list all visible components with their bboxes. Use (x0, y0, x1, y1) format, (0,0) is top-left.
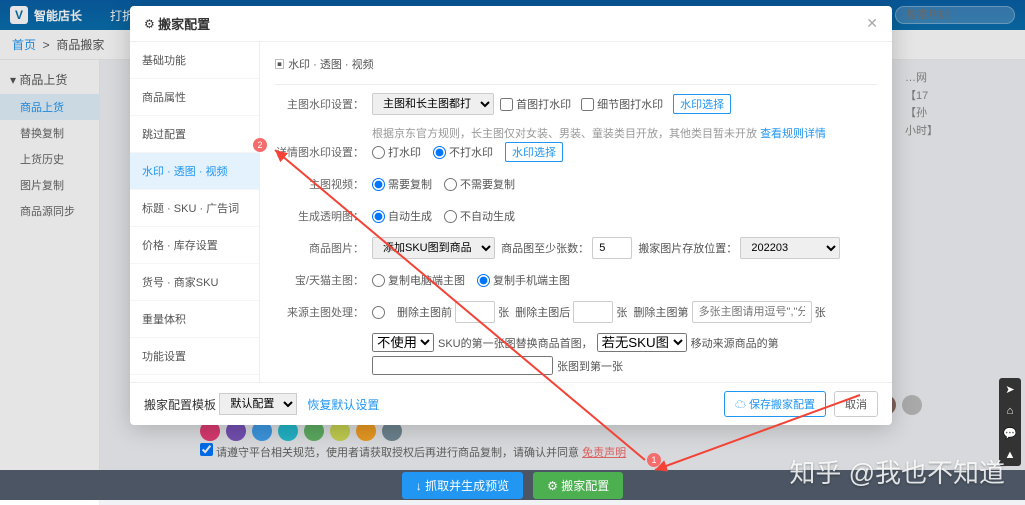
r-detail-wm-off[interactable]: 不打水印 (433, 144, 493, 160)
cb-detail-img[interactable]: 细节图打水印 (581, 96, 663, 112)
ms-skip[interactable]: 跳过配置 (130, 116, 259, 153)
input-min-count[interactable] (592, 237, 632, 259)
close-icon[interactable]: ✕ (866, 15, 878, 32)
select-img-location[interactable]: 202203 (740, 237, 840, 259)
annotation-badge-1: 1 (647, 453, 661, 467)
r-tb-pc[interactable]: 复制电脑端主图 (372, 272, 465, 288)
lbl-src-main: 来源主图处理： (274, 304, 364, 320)
ms-attrs[interactable]: 商品属性 (130, 79, 259, 116)
r-alpha-auto[interactable]: 自动生成 (372, 208, 432, 224)
lbl-prod-img: 商品图片： (274, 240, 364, 256)
modal-main-panel: ▣ 水印 · 透图 · 视频 主图水印设置： 主图和长主图都打 首图打水印 细节… (260, 42, 892, 382)
dock-home-icon[interactable]: ⌂ (999, 400, 1021, 422)
ms-weight[interactable]: 重量体积 (130, 301, 259, 338)
float-dock: ➤ ⌂ 💬 ▲ (999, 378, 1021, 466)
r-video-no[interactable]: 不需要复制 (444, 176, 515, 192)
ms-basic[interactable]: 基础功能 (130, 42, 259, 79)
section-heading: ▣ 水印 · 透图 · 视频 (274, 50, 878, 85)
btn-save-config[interactable]: ☁ 保存搬家配置 (724, 391, 826, 417)
select-if-no-sku[interactable]: 若无SKU图 (597, 333, 687, 352)
r-alpha-manual[interactable]: 不自动生成 (444, 208, 515, 224)
annotation-badge-2: 2 (253, 138, 267, 152)
lbl-min-count: 商品图至少张数： (501, 240, 589, 256)
link-rule-1[interactable]: 查看规则详情 (760, 128, 826, 140)
bottom-action-bar: ↓ 抓取并生成预览 ⚙ 搬家配置 (0, 470, 1025, 500)
select-tpl[interactable]: 默认配置 (219, 393, 297, 415)
ms-desc[interactable]: 描述 · 手机详情 (130, 375, 259, 382)
btn-move-config[interactable]: ⚙ 搬家配置 (533, 472, 623, 499)
modal-move-config: ⚙ 搬家配置 ✕ 基础功能 商品属性 跳过配置 水印 · 透图 · 视频 标题 … (130, 6, 892, 425)
link-restore[interactable]: 恢复默认设置 (307, 396, 379, 413)
modal-title: 搬家配置 (158, 14, 210, 33)
ms-price[interactable]: 价格 · 库存设置 (130, 227, 259, 264)
btn-wm-select-main[interactable]: 水印选择 (673, 94, 731, 114)
input-move-nth[interactable] (372, 356, 553, 375)
lbl-tpl: 搬家配置模板 (144, 396, 216, 413)
lbl-gen-alpha: 生成透明图： (274, 208, 364, 224)
lbl-img-location: 搬家图片存放位置： (638, 240, 737, 256)
r-src-main-opt[interactable] (372, 306, 385, 319)
input-del-front[interactable] (455, 301, 495, 323)
gear-icon: ⚙ (144, 17, 155, 31)
hint-main-wm: 根据京东官方规则，长主图仅对女装、男装、童装类目开放，其他类目暂未开放 查看规则… (274, 125, 878, 141)
btn-wm-select-detail[interactable]: 水印选择 (505, 142, 563, 162)
lbl-detail-wm: 详情图水印设置： (274, 144, 364, 160)
select-main-wm[interactable]: 主图和长主图都打 (372, 93, 494, 115)
btn-cancel[interactable]: 取消 (834, 391, 878, 417)
dock-chat-icon[interactable]: 💬 (999, 422, 1021, 444)
lbl-main-wm: 主图水印设置： (274, 96, 364, 112)
dock-share-icon[interactable]: ➤ (999, 378, 1021, 400)
lbl-tb-main: 宝/天猫主图： (274, 272, 364, 288)
r-video-yes[interactable]: 需要复制 (372, 176, 432, 192)
ms-func[interactable]: 功能设置 (130, 338, 259, 375)
dock-top-icon[interactable]: ▲ (999, 444, 1021, 466)
select-not-use[interactable]: 不使用 (372, 333, 434, 352)
modal-sidebar: 基础功能 商品属性 跳过配置 水印 · 透图 · 视频 标题 · SKU · 广… (130, 42, 260, 382)
r-tb-mobile[interactable]: 复制手机端主图 (477, 272, 570, 288)
input-del-back[interactable] (573, 301, 613, 323)
btn-grab-preview[interactable]: ↓ 抓取并生成预览 (402, 472, 523, 499)
cb-first-img[interactable]: 首图打水印 (500, 96, 571, 112)
ms-sku-code[interactable]: 货号 · 商家SKU (130, 264, 259, 301)
r-detail-wm-on[interactable]: 打水印 (372, 144, 421, 160)
input-del-nth[interactable] (692, 301, 812, 323)
ms-watermark[interactable]: 水印 · 透图 · 视频 (130, 153, 259, 190)
select-add-sku-img[interactable]: 添加SKU图到商品 (372, 237, 495, 259)
ms-title-sku[interactable]: 标题 · SKU · 广告词 (130, 190, 259, 227)
lbl-main-video: 主图视频： (274, 176, 364, 192)
